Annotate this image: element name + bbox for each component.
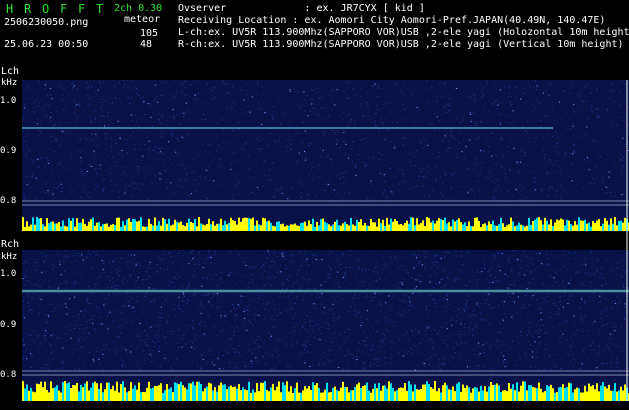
rch-panel-background [22,250,629,401]
spectrogram-canvas [22,80,629,401]
lch-panel-background [22,80,629,231]
